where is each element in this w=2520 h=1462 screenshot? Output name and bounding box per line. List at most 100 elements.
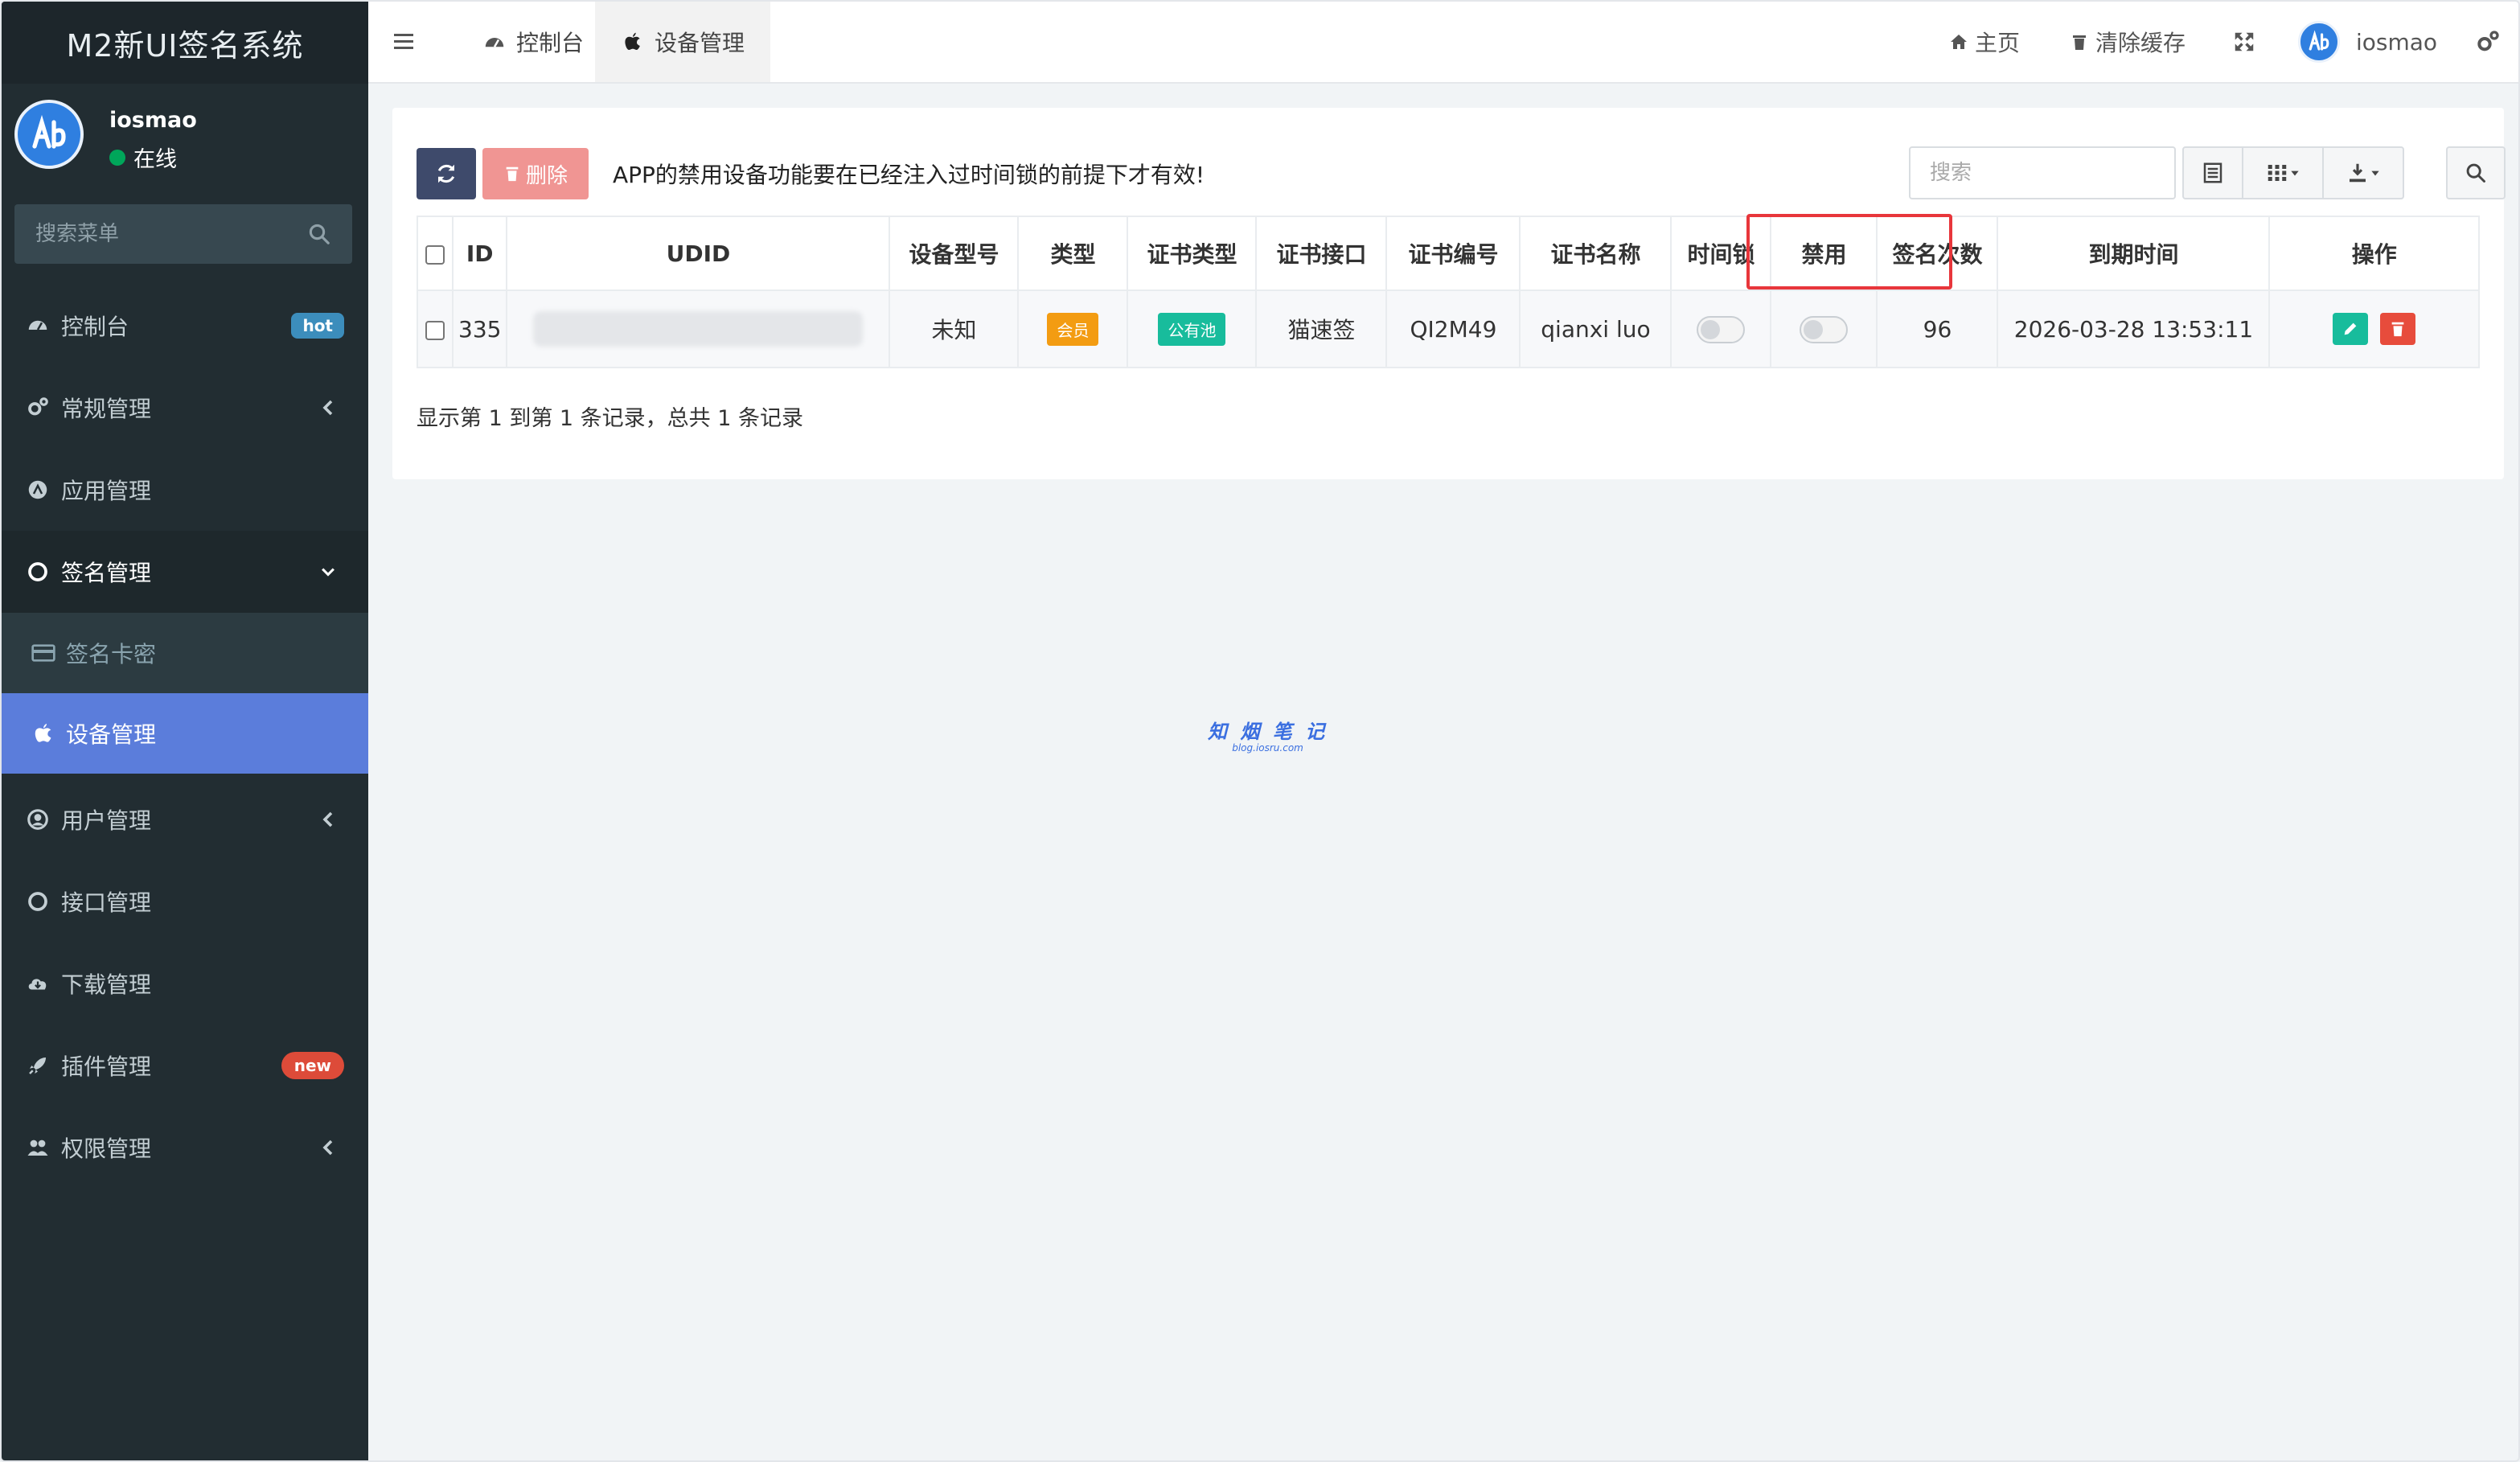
cogs-icon [26,396,50,420]
dashboard-icon [26,314,50,338]
credit-card-icon [31,640,56,666]
columns-dropdown[interactable] [2242,146,2324,199]
sidebar-item-signing[interactable]: 签名管理 [2,531,368,613]
clear-cache-label: 清除缓存 [2095,30,2186,56]
refresh-button[interactable] [417,148,476,199]
app-store-icon [26,478,50,502]
trash-icon [2391,322,2404,337]
col-cert-type[interactable]: 证书类型 [1127,216,1258,291]
sidebar-item-plugins[interactable]: 插件管理 new [2,1025,368,1107]
notice-text: APP的禁用设备功能要在已经注入过时间锁的前提下才有效! [613,162,1205,188]
app-window: M2新UI签名系统 iosmao 在线 搜索菜单 控制台 hot 常规管理 应用… [0,0,2520,1462]
sidebar-item-general[interactable]: 常规管理 [2,367,368,449]
brand-title[interactable]: M2新UI签名系统 [2,2,368,84]
sidebar-item-permissions[interactable]: 权限管理 [2,1107,368,1189]
col-id[interactable]: ID [451,216,508,291]
circle-icon [26,889,50,914]
sidebar-item-users[interactable]: 用户管理 [2,778,368,860]
status-dot-icon [109,149,125,166]
sidebar-item-sign-cards[interactable]: 签名卡密 [2,613,368,693]
menu-toggle-icon[interactable] [392,31,417,53]
col-cert-name[interactable]: 证书名称 [1519,216,1672,291]
sidebar-item-label: 下载管理 [61,971,152,998]
chevron-left-icon [322,811,333,828]
disable-toggle[interactable] [1800,315,1849,343]
tab-dashboard[interactable]: 控制台 [466,2,600,82]
logo-icon [2309,30,2329,51]
topbar-username: iosmao [2356,28,2438,55]
circle-icon [26,560,50,584]
trash-icon [503,165,521,183]
col-sign-count[interactable]: 签名次数 [1876,216,1999,291]
fullscreen-button[interactable] [2232,2,2256,82]
chevron-down-icon [322,568,334,577]
menu-search [14,204,352,264]
pagination-summary: 显示第 1 到第 1 条记录，总共 1 条记录 [417,406,804,431]
col-disabled[interactable]: 禁用 [1770,216,1878,291]
col-udid[interactable]: UDID [506,216,891,291]
public-pool-label: 公有池 [1158,312,1226,346]
sidebar-item-apps[interactable]: 应用管理 [2,449,368,531]
table-search-input[interactable] [1909,146,2176,199]
cell-actions [2268,290,2480,368]
chevron-left-icon [322,400,333,416]
cell-cert-name: qianxi luo [1519,290,1672,368]
cell-type: 会员 [1017,290,1129,368]
cell-id: 335 [451,290,508,368]
user-panel: iosmao 在线 [2,84,368,177]
select-all-cell [417,216,454,291]
watermark-title: 知 烟 笔 记 [1208,721,1328,743]
caret-down-icon [2371,170,2379,176]
col-cert-no[interactable]: 证书编号 [1385,216,1521,291]
chevron-left-icon [322,1140,333,1156]
sidebar: M2新UI签名系统 iosmao 在线 搜索菜单 控制台 hot 常规管理 应用… [2,2,368,1460]
clear-cache-button[interactable]: 清除缓存 [2070,2,2186,82]
list-icon [2203,162,2222,183]
delete-button[interactable]: 删除 [482,148,589,199]
search-icon[interactable] [307,222,331,246]
menu-search-input[interactable] [35,222,307,246]
sidebar-item-label: 应用管理 [61,478,152,504]
time-lock-toggle[interactable] [1697,315,1746,343]
user-circle-icon [26,807,50,832]
cell-expire: 2026-03-28 13:53:11 [1997,290,2271,368]
col-type[interactable]: 类型 [1017,216,1129,291]
edit-button[interactable] [2333,313,2369,345]
grid-icon [2268,165,2287,181]
cloud-download-icon [26,971,50,996]
export-dropdown[interactable] [2322,146,2404,199]
watermark-url: blog.iosru.com [1232,742,1303,754]
udid-redacted [533,311,864,347]
cell-cert-api: 猫速签 [1255,290,1388,368]
sidebar-item-label: 控制台 [61,314,129,340]
device-management-panel: 删除 APP的禁用设备功能要在已经注入过时间锁的前提下才有效! 搜索 ID UD… [392,108,2506,479]
home-link[interactable]: 主页 [1949,2,2020,82]
sidebar-item-label: 插件管理 [61,1053,152,1080]
col-model[interactable]: 设备型号 [889,216,1020,291]
home-icon [1949,32,1968,51]
select-all-checkbox[interactable] [425,244,445,265]
col-time-lock[interactable]: 时间锁 [1670,216,1772,291]
avatar [14,100,84,169]
delete-label: 删除 [525,163,568,188]
table-search-button[interactable] [2446,146,2506,199]
sidebar-item-label: 设备管理 [66,721,157,748]
sidebar-item-label: 权限管理 [61,1136,152,1162]
top-bar: 控制台 设备管理 主页 清除缓存 iosmao [368,2,2518,84]
tab-devices[interactable]: 设备管理 [595,2,771,82]
user-menu[interactable]: iosmao [2298,2,2437,82]
cogs-icon [2477,31,2499,51]
settings-button[interactable] [2475,2,2501,82]
row-checkbox[interactable] [425,320,445,340]
cell-cert-type: 公有池 [1127,290,1258,368]
col-cert-api[interactable]: 证书接口 [1255,216,1388,291]
sidebar-item-downloads[interactable]: 下载管理 [2,942,368,1025]
sidebar-item-devices[interactable]: 设备管理 [2,693,368,774]
row-delete-button[interactable] [2380,313,2416,345]
sidebar-item-dashboard[interactable]: 控制台 hot [2,285,368,367]
sidebar-item-api[interactable]: 接口管理 [2,860,368,942]
hot-badge: hot [291,313,344,339]
toggle-view-button[interactable] [2182,146,2243,199]
col-expire[interactable]: 到期时间 [1997,216,2271,291]
member-label: 会员 [1047,312,1099,346]
